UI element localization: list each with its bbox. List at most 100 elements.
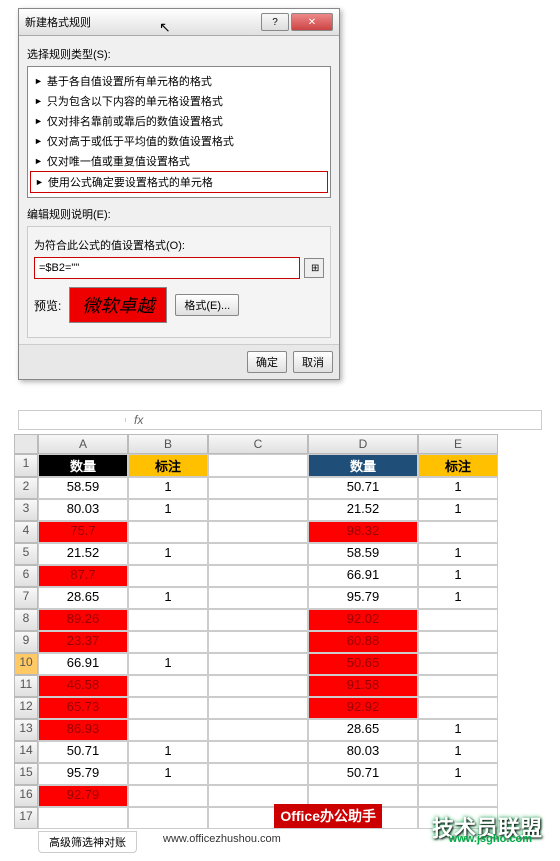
data-cell[interactable]: 92.79: [38, 785, 128, 807]
data-cell[interactable]: [418, 631, 498, 653]
data-cell[interactable]: 1: [418, 741, 498, 763]
header-cell[interactable]: [208, 454, 308, 477]
row-header[interactable]: 17: [14, 807, 38, 829]
data-cell[interactable]: 50.65: [308, 653, 418, 675]
data-cell[interactable]: 60.88: [308, 631, 418, 653]
data-cell[interactable]: 92.92: [308, 697, 418, 719]
data-cell[interactable]: [208, 653, 308, 675]
data-cell[interactable]: 65.73: [38, 697, 128, 719]
row-header[interactable]: 7: [14, 587, 38, 609]
data-cell[interactable]: 1: [128, 741, 208, 763]
select-all-corner[interactable]: [14, 434, 38, 454]
column-header[interactable]: D: [308, 434, 418, 454]
data-cell[interactable]: [208, 741, 308, 763]
data-cell[interactable]: [208, 565, 308, 587]
data-cell[interactable]: 58.59: [38, 477, 128, 499]
data-cell[interactable]: [38, 807, 128, 829]
data-cell[interactable]: 66.91: [308, 565, 418, 587]
row-header[interactable]: 3: [14, 499, 38, 521]
row-header[interactable]: 13: [14, 719, 38, 741]
data-cell[interactable]: [418, 653, 498, 675]
data-cell[interactable]: [208, 631, 308, 653]
data-cell[interactable]: [418, 675, 498, 697]
row-header[interactable]: 16: [14, 785, 38, 807]
data-cell[interactable]: 50.71: [308, 763, 418, 785]
data-cell[interactable]: 23.37: [38, 631, 128, 653]
data-cell[interactable]: 98.32: [308, 521, 418, 543]
data-cell[interactable]: [208, 521, 308, 543]
data-cell[interactable]: [128, 785, 208, 807]
data-cell[interactable]: 50.71: [38, 741, 128, 763]
data-cell[interactable]: 1: [128, 477, 208, 499]
header-cell[interactable]: 数量: [308, 454, 418, 477]
data-cell[interactable]: [418, 609, 498, 631]
ok-button[interactable]: 确定: [247, 351, 287, 373]
column-header[interactable]: E: [418, 434, 498, 454]
data-cell[interactable]: 92.02: [308, 609, 418, 631]
data-cell[interactable]: 87.7: [38, 565, 128, 587]
data-cell[interactable]: 21.52: [38, 543, 128, 565]
row-header[interactable]: 14: [14, 741, 38, 763]
data-cell[interactable]: [128, 697, 208, 719]
data-cell[interactable]: 95.79: [38, 763, 128, 785]
data-cell[interactable]: [208, 719, 308, 741]
data-cell[interactable]: 1: [128, 653, 208, 675]
row-header[interactable]: 4: [14, 521, 38, 543]
header-cell[interactable]: 数量: [38, 454, 128, 477]
data-cell[interactable]: [418, 785, 498, 807]
data-cell[interactable]: 1: [418, 477, 498, 499]
rule-type-list[interactable]: ►基于各自值设置所有单元格的格式 ►只为包含以下内容的单元格设置格式 ►仅对排名…: [27, 66, 331, 198]
data-cell[interactable]: 58.59: [308, 543, 418, 565]
data-cell[interactable]: [208, 543, 308, 565]
column-header[interactable]: A: [38, 434, 128, 454]
data-cell[interactable]: [418, 697, 498, 719]
data-cell[interactable]: 1: [418, 763, 498, 785]
data-cell[interactable]: [128, 609, 208, 631]
data-cell[interactable]: 1: [128, 543, 208, 565]
data-cell[interactable]: 1: [128, 587, 208, 609]
row-header[interactable]: 2: [14, 477, 38, 499]
data-cell[interactable]: 80.03: [38, 499, 128, 521]
data-cell[interactable]: [208, 609, 308, 631]
format-button[interactable]: 格式(E)...: [175, 294, 239, 316]
data-cell[interactable]: [128, 521, 208, 543]
data-cell[interactable]: 75.7: [38, 521, 128, 543]
name-box[interactable]: [21, 418, 126, 422]
sheet-tab[interactable]: 高级筛选神对账: [38, 831, 137, 853]
data-cell[interactable]: 1: [418, 499, 498, 521]
data-cell[interactable]: 91.58: [308, 675, 418, 697]
row-header[interactable]: 12: [14, 697, 38, 719]
data-cell[interactable]: 50.71: [308, 477, 418, 499]
row-header[interactable]: 9: [14, 631, 38, 653]
rule-item[interactable]: ►仅对唯一值或重复值设置格式: [30, 151, 328, 171]
data-cell[interactable]: 95.79: [308, 587, 418, 609]
data-cell[interactable]: [208, 675, 308, 697]
fx-icon[interactable]: fx: [134, 413, 143, 427]
data-cell[interactable]: 28.65: [308, 719, 418, 741]
data-cell[interactable]: 1: [128, 763, 208, 785]
row-header[interactable]: 11: [14, 675, 38, 697]
close-button[interactable]: ✕: [291, 13, 333, 31]
data-cell[interactable]: [128, 719, 208, 741]
rule-item-selected[interactable]: ►使用公式确定要设置格式的单元格: [30, 171, 328, 193]
row-header[interactable]: 8: [14, 609, 38, 631]
range-picker-button[interactable]: ⊞: [304, 258, 324, 278]
rule-item[interactable]: ►仅对高于或低于平均值的数值设置格式: [30, 131, 328, 151]
row-header[interactable]: 1: [14, 454, 38, 477]
data-cell[interactable]: 89.26: [38, 609, 128, 631]
row-header[interactable]: 15: [14, 763, 38, 785]
data-cell[interactable]: 1: [128, 499, 208, 521]
row-header[interactable]: 5: [14, 543, 38, 565]
data-cell[interactable]: 1: [418, 587, 498, 609]
data-cell[interactable]: [418, 521, 498, 543]
data-cell[interactable]: [128, 675, 208, 697]
data-cell[interactable]: [208, 499, 308, 521]
data-cell[interactable]: [208, 587, 308, 609]
cancel-button[interactable]: 取消: [293, 351, 333, 373]
rule-item[interactable]: ►仅对排名靠前或靠后的数值设置格式: [30, 111, 328, 131]
data-cell[interactable]: 80.03: [308, 741, 418, 763]
data-cell[interactable]: 21.52: [308, 499, 418, 521]
row-header[interactable]: 6: [14, 565, 38, 587]
data-cell[interactable]: 28.65: [38, 587, 128, 609]
data-cell[interactable]: [208, 477, 308, 499]
